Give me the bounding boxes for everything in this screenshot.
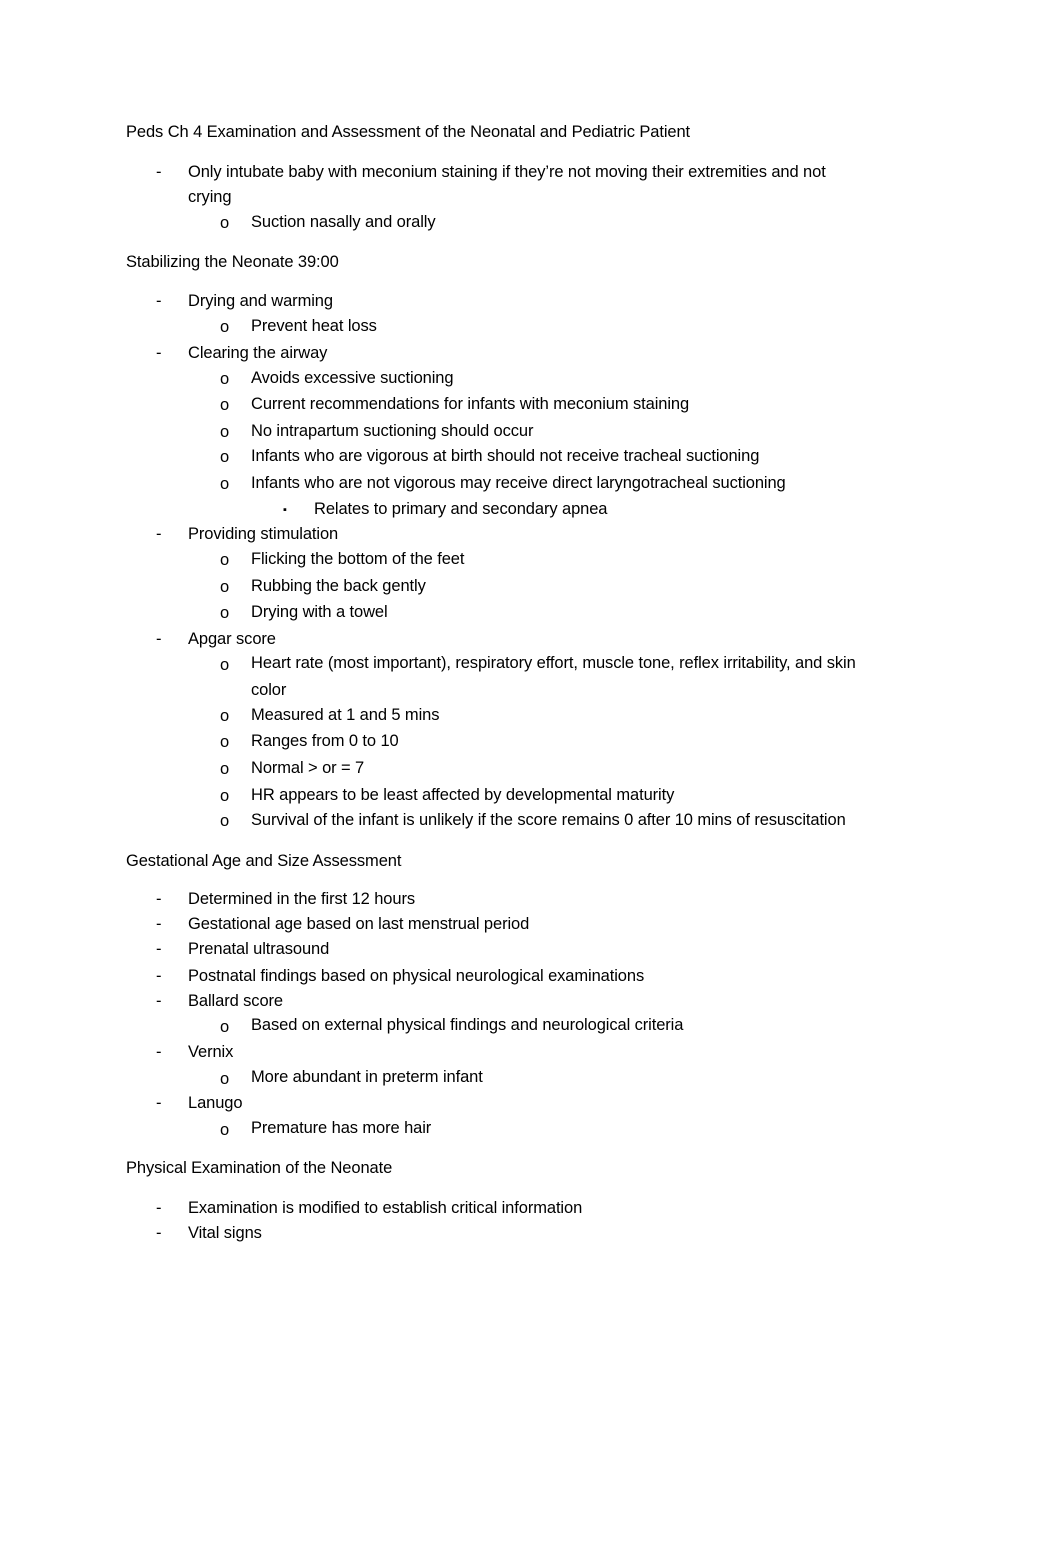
- circle-bullet: o: [220, 475, 230, 493]
- list-item: Determined in the first 12 hours: [188, 890, 415, 908]
- list-item: Gestational age based on last menstrual …: [188, 915, 530, 933]
- square-bullet: ▪: [283, 504, 287, 516]
- section-heading: Gestational Age and Size Assessment: [126, 852, 402, 870]
- dash-bullet: -: [156, 292, 162, 310]
- circle-bullet: o: [220, 370, 230, 388]
- list-item: Measured at 1 and 5 mins: [251, 706, 440, 724]
- dash-bullet: -: [156, 890, 162, 908]
- circle-bullet: o: [220, 656, 230, 674]
- list-item: Rubbing the back gently: [251, 577, 426, 595]
- circle-bullet: o: [220, 578, 230, 596]
- list-item: Infants who are not vigorous may receive…: [251, 474, 786, 492]
- circle-bullet: o: [220, 551, 230, 569]
- circle-bullet: o: [220, 423, 230, 441]
- circle-bullet: o: [220, 707, 230, 725]
- list-item: Ranges from 0 to 10: [251, 732, 399, 750]
- list-item: Prenatal ultrasound: [188, 940, 330, 958]
- dash-bullet: -: [156, 630, 162, 648]
- dash-bullet: -: [156, 1043, 162, 1061]
- list-item: Heart rate (most important), respiratory…: [251, 654, 856, 672]
- circle-bullet: o: [220, 448, 230, 466]
- circle-bullet: o: [220, 760, 230, 778]
- list-item: Premature has more hair: [251, 1119, 432, 1137]
- circle-bullet: o: [220, 812, 230, 830]
- section-heading: Physical Examination of the Neonate: [126, 1159, 393, 1177]
- list-item-continuation: color: [251, 681, 287, 699]
- list-item: Survival of the infant is unlikely if th…: [251, 811, 846, 829]
- circle-bullet: o: [220, 604, 230, 622]
- list-item: Based on external physical findings and …: [251, 1016, 684, 1034]
- dash-bullet: -: [156, 525, 162, 543]
- dash-bullet: -: [156, 1199, 162, 1217]
- dash-bullet: -: [156, 967, 162, 985]
- list-item: Drying and warming: [188, 292, 333, 310]
- list-item: No intrapartum suctioning should occur: [251, 422, 534, 440]
- list-item: Suction nasally and orally: [251, 213, 436, 231]
- list-item: Clearing the airway: [188, 344, 328, 362]
- list-item: Lanugo: [188, 1094, 243, 1112]
- circle-bullet: o: [220, 1070, 230, 1088]
- list-item: More abundant in preterm infant: [251, 1068, 483, 1086]
- dash-bullet: -: [156, 1224, 162, 1242]
- document-title: Peds Ch 4 Examination and Assessment of …: [126, 123, 691, 141]
- list-item-continuation: crying: [188, 188, 232, 206]
- circle-bullet: o: [220, 1018, 230, 1036]
- circle-bullet: o: [220, 1121, 230, 1139]
- circle-bullet: o: [220, 318, 230, 336]
- list-item: Postnatal findings based on physical neu…: [188, 967, 645, 985]
- list-item: HR appears to be least affected by devel…: [251, 786, 675, 804]
- circle-bullet: o: [220, 787, 230, 805]
- dash-bullet: -: [156, 915, 162, 933]
- list-item: Vital signs: [188, 1224, 262, 1242]
- dash-bullet: -: [156, 992, 162, 1010]
- dash-bullet: -: [156, 163, 162, 181]
- circle-bullet: o: [220, 396, 230, 414]
- list-item: Current recommendations for infants with…: [251, 395, 690, 413]
- list-item: Ballard score: [188, 992, 283, 1010]
- dash-bullet: -: [156, 344, 162, 362]
- list-item: Apgar score: [188, 630, 276, 648]
- list-item: Infants who are vigorous at birth should…: [251, 447, 760, 465]
- list-item: Providing stimulation: [188, 525, 339, 543]
- section-heading: Stabilizing the Neonate 39:00: [126, 253, 339, 271]
- list-item: Flicking the bottom of the feet: [251, 550, 465, 568]
- circle-bullet: o: [220, 214, 230, 232]
- list-item: Avoids excessive suctioning: [251, 369, 454, 387]
- list-item: Normal > or = 7: [251, 759, 365, 777]
- dash-bullet: -: [156, 940, 162, 958]
- list-item: Drying with a towel: [251, 603, 388, 621]
- document-page: Peds Ch 4 Examination and Assessment of …: [0, 0, 1062, 1556]
- list-item: Prevent heat loss: [251, 317, 377, 335]
- circle-bullet: o: [220, 733, 230, 751]
- list-item: Only intubate baby with meconium stainin…: [188, 163, 826, 181]
- list-item: Vernix: [188, 1043, 234, 1061]
- list-item: Relates to primary and secondary apnea: [314, 500, 608, 518]
- list-item: Examination is modified to establish cri…: [188, 1199, 583, 1217]
- dash-bullet: -: [156, 1094, 162, 1112]
